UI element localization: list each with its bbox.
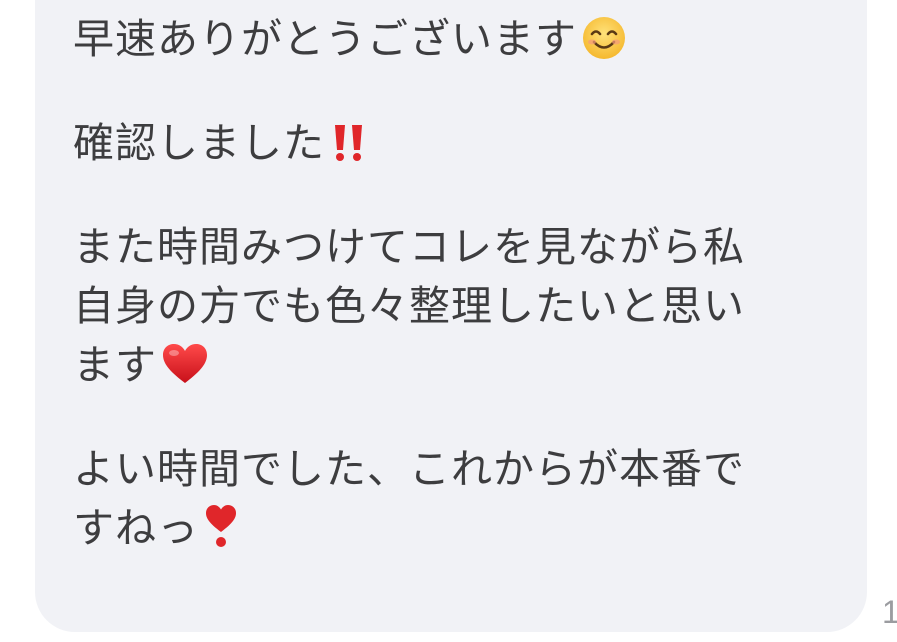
message-text: 早速ありがとうございます 確認しました また時間みつけてコレを見ながら私 自身の… — [73, 10, 833, 558]
message-line: 確認しました — [73, 114, 833, 173]
message-line: すねっ — [73, 499, 833, 558]
message-line: 早速ありがとうございます — [73, 10, 833, 69]
message-line: 自身の方でも色々整理したいと思い — [73, 282, 745, 330]
chat-view: 早速ありがとうございます 確認しました また時間みつけてコレを見ながら私 自身の… — [0, 0, 897, 642]
smiling-face-icon — [581, 15, 627, 77]
message-text-segment: 早速ありがとうございます — [73, 15, 577, 63]
red-heart-icon — [161, 341, 209, 403]
message-line: よい時間でした、これからが本番で — [73, 445, 745, 493]
read-count: 1 — [882, 594, 897, 630]
message-text-segment: 確認しました — [73, 119, 325, 167]
message-text-segment: ます — [73, 341, 157, 389]
message-line: また時間みつけてコレを見ながら私 — [73, 223, 745, 271]
heart-exclamation-icon — [203, 502, 239, 566]
message-text-segment: すねっ — [73, 504, 199, 552]
double-exclamation-icon — [329, 119, 369, 181]
message-line: ます — [73, 336, 833, 395]
